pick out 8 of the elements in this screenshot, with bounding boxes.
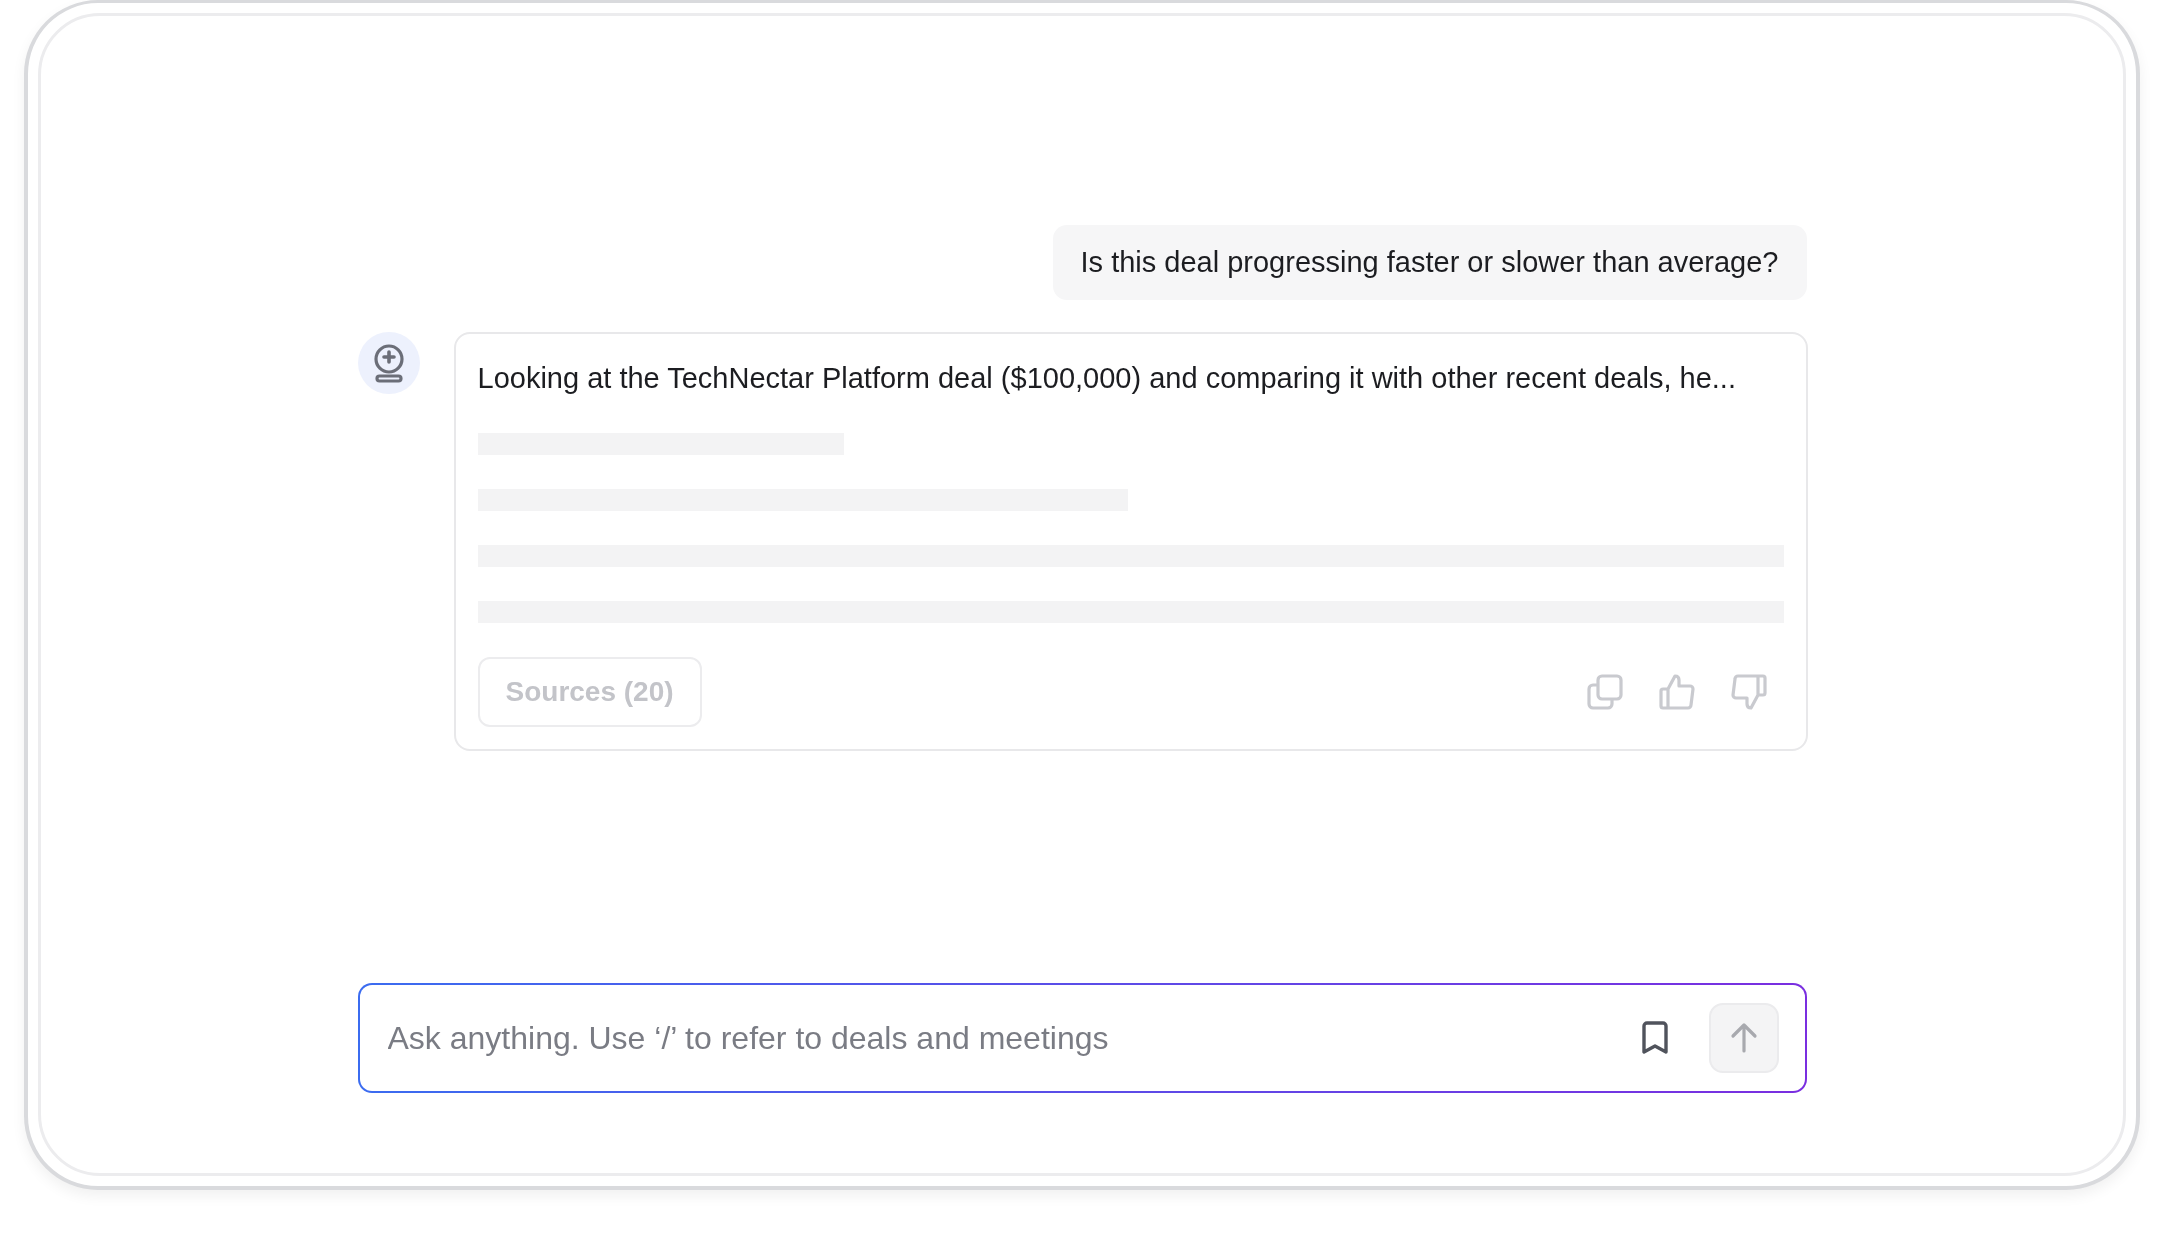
user-message: Is this deal progressing faster or slower than average? — [1052, 225, 1807, 300]
thumbs-down-icon[interactable] — [1729, 673, 1768, 711]
copy-icon[interactable] — [1585, 673, 1624, 711]
chat-input-field[interactable]: Ask anything. Use ‘/’ to refer to deals and meetings — [385, 1018, 1601, 1058]
assistant-message: Looking at the TechNectar Platform deal ($100,000) and comparing it with other recent deals, he... — [477, 362, 1737, 395]
thumbs-up-icon[interactable] — [1657, 673, 1696, 711]
sources-button[interactable]: Sources (20) — [477, 657, 702, 727]
bookmark-icon[interactable] — [1640, 1021, 1669, 1055]
